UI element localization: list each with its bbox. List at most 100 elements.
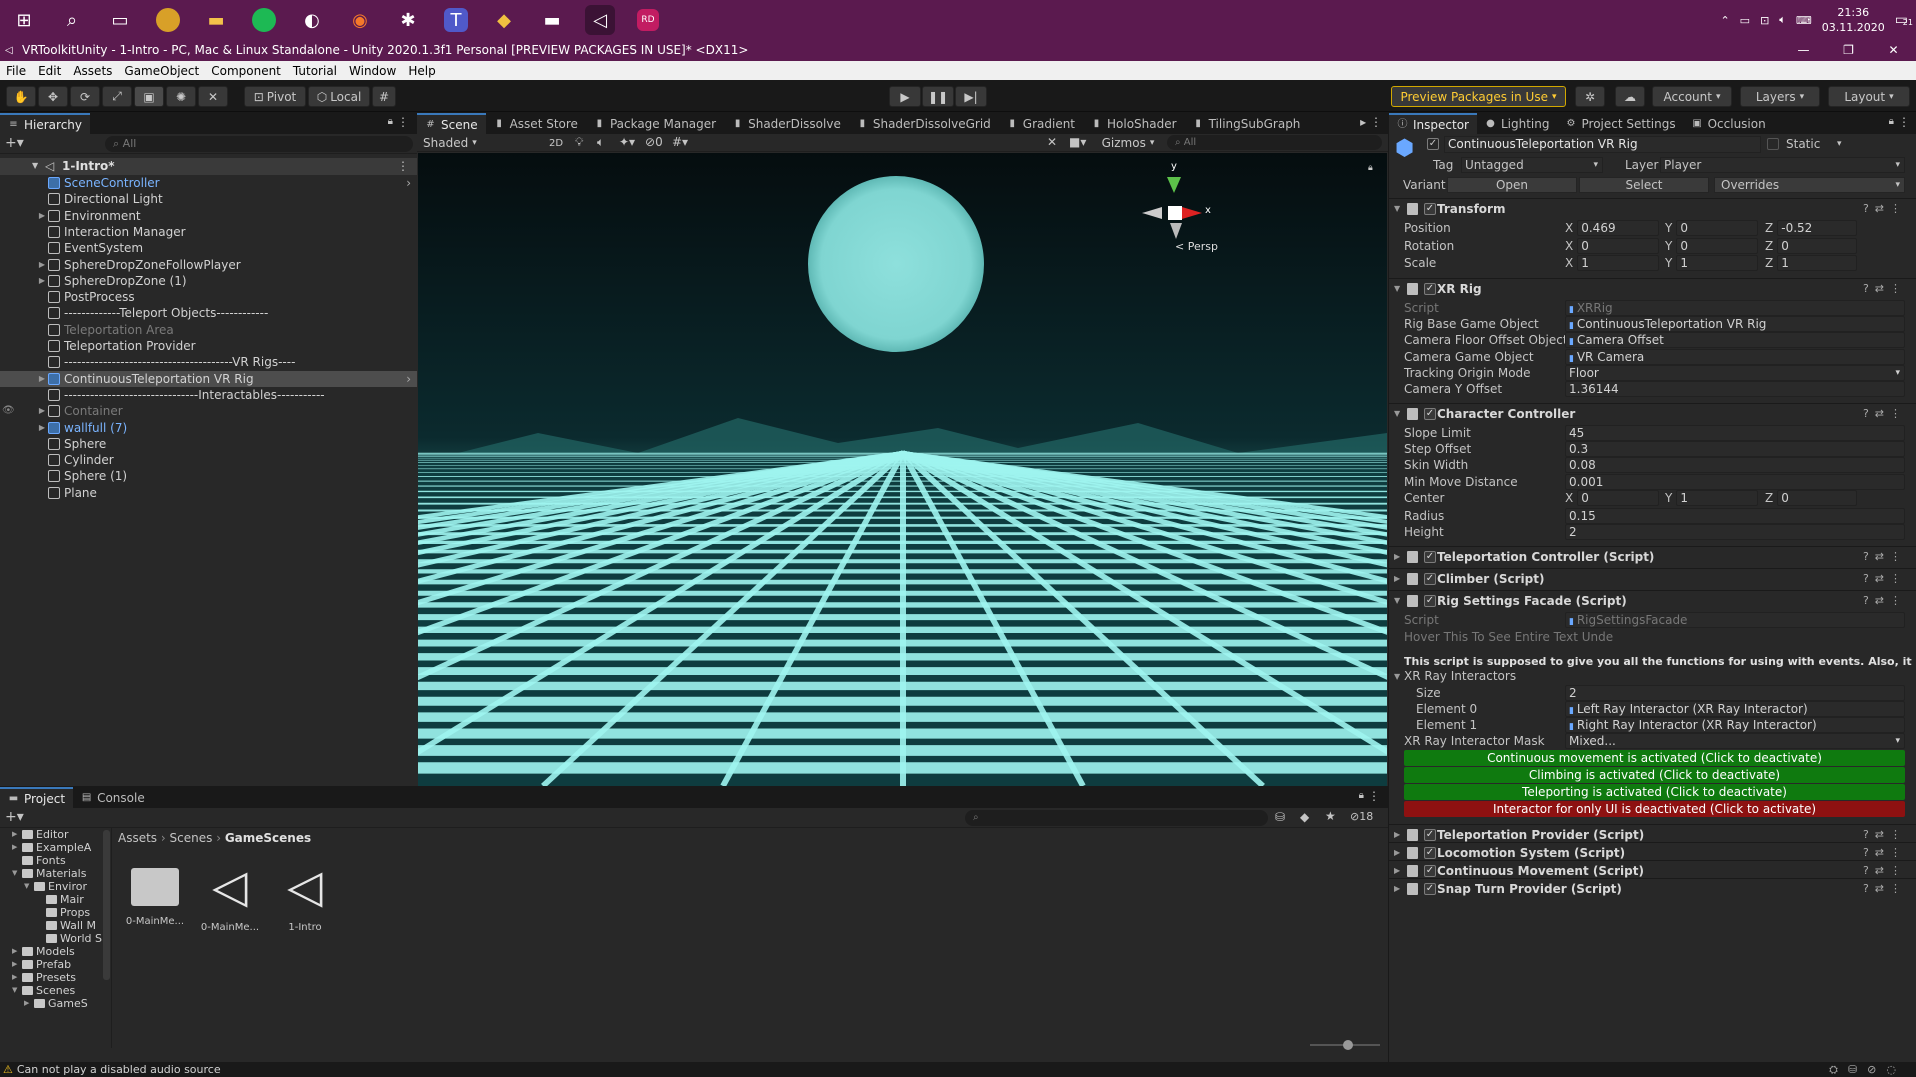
component-tools-icons[interactable]: ?⇄⋮ xyxy=(1863,591,1907,611)
chevron-down-icon[interactable]: ▾ xyxy=(1837,136,1842,153)
notification-icon[interactable]: ▭ 21 xyxy=(1895,12,1913,28)
tab-gradient[interactable]: ▮ Gradient xyxy=(999,113,1083,134)
audio-toggle-icon[interactable]: 🔈︎ xyxy=(597,135,604,150)
component-tools-icons[interactable]: ?⇄⋮ xyxy=(1863,547,1907,567)
task-view-icon[interactable]: ▭ xyxy=(105,5,135,35)
expanded-arrow-icon[interactable]: ▼ xyxy=(1394,404,1400,424)
step-button[interactable]: ▶| xyxy=(955,86,987,107)
overrides-dropdown[interactable]: Overrides ▾ xyxy=(1714,177,1905,193)
neg-x-axis-cone[interactable] xyxy=(1142,207,1162,219)
tab-package-manager[interactable]: ▮ Package Manager xyxy=(586,113,724,134)
rider-icon[interactable]: RD xyxy=(637,9,659,31)
expand-arrow-icon[interactable]: ▶ xyxy=(36,208,48,224)
favorite-icon[interactable]: ★ xyxy=(1325,809,1336,823)
filter-type-icon[interactable]: ⛁ xyxy=(1275,810,1285,824)
maximize-button[interactable]: ❐ xyxy=(1826,40,1871,61)
visibility-icon[interactable]: 👁︎ xyxy=(2,403,15,419)
move-tool-icon[interactable]: ✥ xyxy=(38,86,68,107)
close-button[interactable]: ✕ xyxy=(1871,40,1916,61)
menu-component[interactable]: Component xyxy=(205,64,287,78)
expanded-arrow-icon[interactable]: ▼ xyxy=(1394,668,1400,685)
tab-shaderdissolve[interactable]: ▮ ShaderDissolve xyxy=(724,113,849,134)
collapsed-arrow-icon[interactable]: ▶ xyxy=(1394,569,1400,589)
hierarchy-item[interactable]: SceneController › xyxy=(0,175,417,191)
slack-icon[interactable]: ✱ xyxy=(393,5,423,35)
tree-scrollbar[interactable] xyxy=(103,830,110,980)
component-header[interactable]: ▶ ✓ Teleportation Provider (Script) ?⇄⋮ xyxy=(1389,824,1916,844)
asset-item[interactable]: ◁ 1-Intro xyxy=(270,856,340,946)
property-field[interactable]: 1.36144 xyxy=(1565,381,1905,397)
asset-item[interactable]: ◁ 0-MainMe... xyxy=(195,856,265,946)
rotate-tool-icon[interactable]: ⟳ xyxy=(70,86,100,107)
property-field[interactable]: 0.08 xyxy=(1565,457,1905,473)
property-field[interactable]: ▮ Camera Offset◎ xyxy=(1565,332,1905,348)
menu-tutorial[interactable]: Tutorial xyxy=(287,64,343,78)
menu-window[interactable]: Window xyxy=(343,64,402,78)
menu-help[interactable]: Help xyxy=(402,64,441,78)
property-field[interactable]: ▮ ContinuousTeleportation VR Rig◎ xyxy=(1565,316,1905,332)
toggle-feature-button[interactable]: Interactor for only UI is deactivated (C… xyxy=(1404,801,1905,817)
static-dropdown[interactable]: Static xyxy=(1786,136,1820,153)
component-header[interactable]: ▶ ✓ Continuous Movement (Script) ?⇄⋮ xyxy=(1389,860,1916,880)
teams-icon[interactable]: T xyxy=(444,8,468,32)
neg-y-axis-cone[interactable] xyxy=(1170,223,1182,239)
expand-arrow-icon[interactable]: ▼ xyxy=(24,880,29,893)
blender-icon[interactable]: ◉ xyxy=(345,5,375,35)
menu-edit[interactable]: Edit xyxy=(32,64,67,78)
kebab-menu-icon[interactable]: ⋮ xyxy=(397,159,409,173)
hover-hint[interactable]: Hover This To See Entire Text Unde xyxy=(1389,629,1916,646)
account-dropdown[interactable]: Account xyxy=(1652,86,1732,107)
vector-component-z[interactable]: Z -0.52 xyxy=(1765,220,1858,236)
property-field[interactable]: 0.3 xyxy=(1565,441,1905,457)
hierarchy-item[interactable]: -------------Teleport Objects-----------… xyxy=(0,305,417,321)
vector-component-x[interactable]: X0 xyxy=(1565,490,1660,506)
vector-component-x[interactable]: X 0.469 xyxy=(1565,220,1660,236)
expand-arrow-icon[interactable]: ▶ xyxy=(24,997,29,1010)
component-tools-icons[interactable]: ?⇄⋮ xyxy=(1863,879,1907,899)
expand-arrow-icon[interactable]: ▶ xyxy=(36,403,48,419)
lock-icon[interactable]: 🔒︎ xyxy=(1368,163,1373,173)
ethernet-icon[interactable]: ⊡ xyxy=(1760,14,1769,27)
component-enabled-checkbox[interactable]: ✓ xyxy=(1424,283,1436,295)
tab-project-settings[interactable]: ⚙ Project Settings xyxy=(1558,113,1684,134)
component-header[interactable]: ▶ ✓ Locomotion System (Script) ?⇄⋮ xyxy=(1389,842,1916,862)
project-search[interactable]: ⌕ xyxy=(965,810,1268,826)
filter-label-icon[interactable]: ◆ xyxy=(1300,810,1309,824)
scene-viewport[interactable] xyxy=(418,153,1387,786)
tools-icon[interactable]: ✕ xyxy=(1047,135,1057,149)
more-tabs-icon[interactable]: ▸ ⋮ xyxy=(1360,115,1382,129)
hidden-packages-icon[interactable]: ⊘18 xyxy=(1350,810,1373,823)
hierarchy-item[interactable]: -------------------------------Interacta… xyxy=(0,387,417,403)
property-field[interactable]: Floor ▾ xyxy=(1565,365,1905,381)
play-button[interactable]: ▶ xyxy=(889,86,921,107)
expand-arrow-icon[interactable]: ▼ xyxy=(12,984,17,997)
hierarchy-item[interactable]: Directional Light xyxy=(0,191,417,207)
component-header[interactable]: ▼ ✓ Transform ?⇄⋮ xyxy=(1389,198,1916,218)
hidden-objects-icon[interactable]: ⊘0 xyxy=(645,135,663,149)
toggle-feature-button[interactable]: Continuous movement is activated (Click … xyxy=(1404,750,1905,766)
oculus-icon[interactable]: ▬ xyxy=(537,5,567,35)
pause-button[interactable]: ❚❚ xyxy=(922,86,954,107)
steam-icon[interactable]: ◐ xyxy=(297,5,327,35)
lock-icon[interactable]: 🔒︎ xyxy=(1889,116,1894,127)
component-tools-icons[interactable]: ?⇄⋮ xyxy=(1863,199,1907,219)
hierarchy-item[interactable]: ▶ wallfull (7) xyxy=(0,420,417,436)
clock[interactable]: 21:36 03.11.2020 xyxy=(1822,5,1885,35)
expand-arrow-icon[interactable]: ▶ xyxy=(12,958,17,971)
chevron-up-icon[interactable]: ⌃ xyxy=(1720,14,1729,27)
property-field[interactable]: ▮ Left Ray Interactor (XR Ray Interactor… xyxy=(1565,701,1905,717)
component-tools-icons[interactable]: ?⇄⋮ xyxy=(1863,404,1907,424)
expand-arrow-icon[interactable]: ▶ xyxy=(36,420,48,436)
grid-toggle-icon[interactable]: #▾ xyxy=(672,135,688,149)
expand-arrow-icon[interactable]: ▶ xyxy=(12,971,17,984)
expand-arrow-icon[interactable]: ▶ xyxy=(12,828,17,841)
tab-console[interactable]: ▤ Console xyxy=(73,787,153,808)
collapsed-arrow-icon[interactable]: ▶ xyxy=(1394,547,1400,567)
component-enabled-checkbox[interactable]: ✓ xyxy=(1424,847,1436,859)
expanded-arrow-icon[interactable]: ▼ xyxy=(1394,279,1400,299)
hierarchy-item[interactable]: ---------------------------------------V… xyxy=(0,354,417,370)
layers-dropdown[interactable]: Layers xyxy=(1740,86,1820,107)
tab-asset-store[interactable]: ▮ Asset Store xyxy=(486,113,586,134)
menu-file[interactable]: File xyxy=(0,64,32,78)
transform-tool-icon[interactable]: ✺ xyxy=(166,86,196,107)
